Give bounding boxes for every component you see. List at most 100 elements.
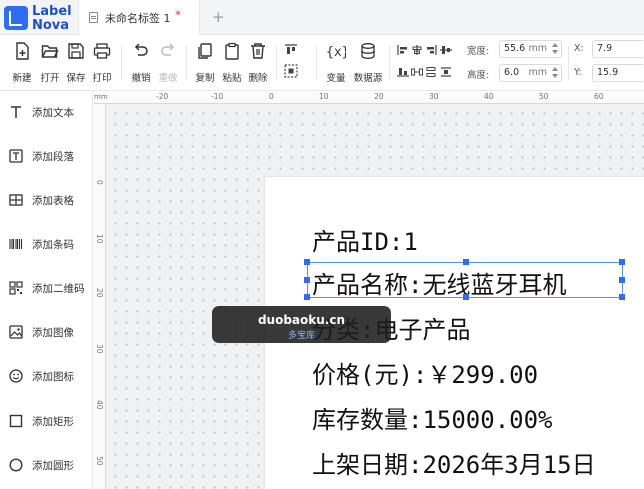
copy-icon [198, 43, 212, 59]
sidebar-item-label: 添加二维码 [32, 283, 85, 295]
clipboard-icon [225, 42, 239, 60]
height-stepper[interactable] [551, 67, 559, 79]
ruler-tick-label: 50 [539, 92, 549, 101]
sidebar-item-add-circle[interactable]: 添加圆形 [0, 451, 93, 481]
redo-button[interactable]: 重做 [155, 42, 181, 86]
trash-icon [251, 43, 265, 59]
design-canvas[interactable]: mm -20 -10 0 10 20 30 40 50 60 0 10 20 3… [94, 92, 644, 489]
label-text-product-id[interactable]: 产品ID:1 [312, 222, 418, 257]
sidebar-item-add-text[interactable]: 添加文本 [0, 98, 93, 128]
resize-handle[interactable] [619, 277, 625, 283]
delete-button[interactable]: 删除 [245, 42, 271, 86]
sidebar-item-add-image[interactable]: 添加图像 [0, 318, 93, 348]
resize-handle[interactable] [304, 277, 310, 283]
toolbar-divider [568, 46, 569, 80]
document-icon [89, 12, 98, 23]
print-label: 打印 [92, 73, 112, 84]
qrcode-icon [9, 281, 23, 295]
resize-handle[interactable] [463, 294, 469, 300]
x-field[interactable]: 7.9 [592, 40, 644, 58]
height-value: 6.0 [504, 67, 520, 78]
rectangle-icon [9, 414, 23, 428]
selection-box[interactable] [304, 259, 625, 300]
database-icon [361, 43, 375, 59]
label-text-date[interactable]: 上架日期:2026年3月15日 [312, 445, 596, 480]
distribute-vertical-icon[interactable] [425, 67, 437, 77]
resize-handle[interactable] [619, 259, 625, 265]
label-text-stock[interactable]: 库存数量:15000.00% [312, 400, 553, 435]
y-field[interactable]: 15.9 [592, 64, 644, 82]
redo-icon [161, 43, 175, 56]
align-left-icon[interactable] [397, 45, 409, 55]
y-label: Y: [574, 67, 582, 78]
sidebar-item-label: 添加条码 [32, 239, 74, 251]
logo-icon [4, 6, 28, 30]
resize-handle[interactable] [619, 294, 625, 300]
align-top-icon[interactable] [284, 44, 298, 56]
sidebar-item-add-barcode[interactable]: 添加条码 [0, 230, 93, 260]
label-text-price[interactable]: 价格(元):￥299.00 [312, 355, 538, 390]
variable-button[interactable]: {x} 变量 [323, 42, 349, 86]
width-unit: mm [528, 43, 547, 54]
align-middle-icon[interactable] [440, 45, 452, 55]
resize-handle[interactable] [463, 259, 469, 265]
undo-icon [134, 43, 148, 56]
ruler-tick-label: -10 [211, 92, 224, 101]
variable-icon: {x} [326, 45, 346, 60]
x-label: X: [574, 43, 584, 54]
width-field[interactable]: 55.6 mm [499, 40, 562, 58]
align-bottom-icon[interactable] [397, 67, 409, 77]
ruler-tick-label: 50 [95, 456, 104, 466]
printer-icon [93, 43, 111, 59]
watermark-overlay: duobaoku.cn 多宝库 [212, 306, 391, 343]
sidebar-item-label: 添加图标 [32, 371, 74, 383]
height-unit: mm [528, 67, 547, 78]
sidebar-item-add-icon[interactable]: 添加图标 [0, 362, 93, 392]
logo-text-line2: Nova [32, 18, 70, 33]
watermark-name: 多宝库 [287, 331, 315, 341]
ruler-tick-label: 30 [429, 92, 439, 101]
datasource-label: 数据源 [353, 73, 383, 84]
ruler-tick-label: 20 [95, 288, 104, 298]
width-label: 宽度: [467, 46, 490, 57]
tab-document[interactable]: 未命名标签 1 * [78, 0, 200, 35]
sidebar-item-add-table[interactable]: 添加表格 [0, 186, 93, 216]
sidebar-item-label: 添加圆形 [32, 460, 74, 472]
datasource-button[interactable]: 数据源 [354, 42, 382, 86]
resize-handle[interactable] [304, 259, 310, 265]
align-right-icon[interactable] [425, 45, 437, 55]
title-tab-bar: Label Nova 未命名标签 1 * + [0, 0, 644, 35]
distribute-horizontal-icon[interactable] [411, 67, 423, 77]
svg-text:{x}: {x} [326, 45, 346, 60]
table-icon [9, 194, 23, 206]
new-tab-button[interactable]: + [212, 8, 225, 26]
ruler-tick-label: 10 [319, 92, 329, 101]
align-baseline-icon[interactable] [440, 67, 452, 77]
horizontal-ruler: mm -20 -10 0 10 20 30 40 50 60 [94, 92, 644, 104]
height-label: 高度: [467, 70, 490, 81]
ruler-tick-label: 0 [95, 180, 104, 185]
width-value: 55.6 [504, 43, 526, 54]
text-icon [11, 106, 21, 118]
sidebar-item-add-qrcode[interactable]: 添加二维码 [0, 274, 93, 304]
tab-title: 未命名标签 1 [105, 12, 171, 25]
ruler-tick-label: -20 [156, 92, 169, 101]
sidebar-item-label: 添加段落 [32, 151, 74, 163]
align-center-icon[interactable] [411, 45, 423, 55]
circle-icon [9, 458, 23, 472]
new-file-icon [16, 42, 29, 60]
sidebar-item-add-rectangle[interactable]: 添加矩形 [0, 407, 93, 437]
logo-text-line1: Label [32, 4, 72, 19]
y-value: 15.9 [597, 67, 619, 78]
ruler-tick-label: 60 [594, 92, 604, 101]
sidebar-item-add-paragraph[interactable]: 添加段落 [0, 142, 93, 172]
app-logo: Label Nova [4, 3, 74, 33]
ruler-unit: mm [94, 93, 108, 101]
toolbar-divider [389, 46, 390, 80]
print-button[interactable]: 打印 [89, 42, 115, 86]
height-field[interactable]: 6.0 mm [499, 64, 562, 82]
resize-handle[interactable] [304, 294, 310, 300]
distribute-icon[interactable] [284, 64, 298, 78]
delete-label: 删除 [248, 73, 268, 84]
width-stepper[interactable] [551, 43, 559, 55]
